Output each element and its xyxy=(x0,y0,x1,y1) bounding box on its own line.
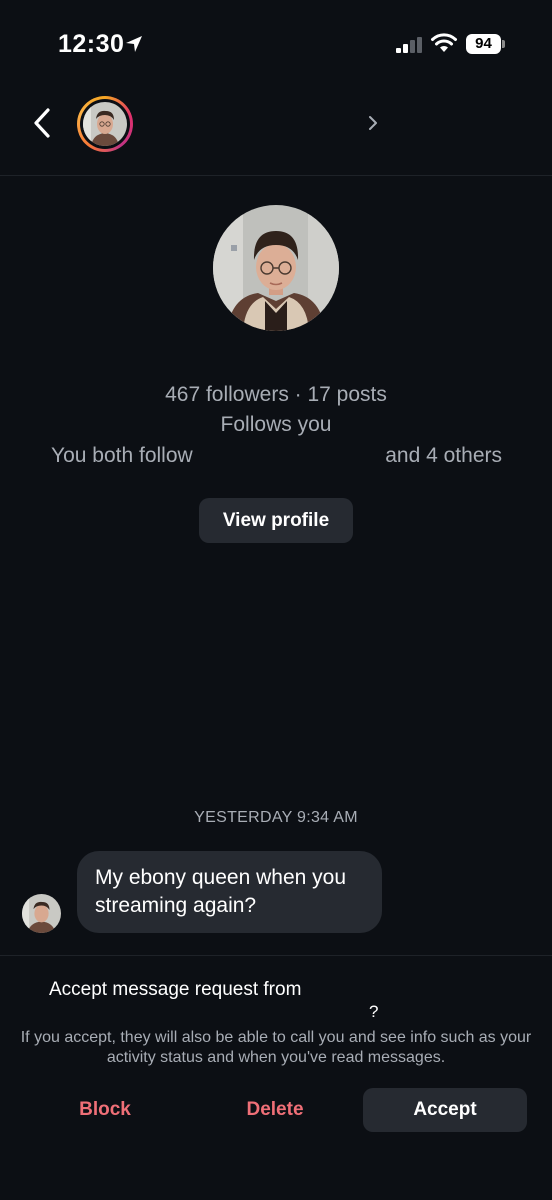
follows-you-label: Follows you xyxy=(220,413,332,436)
request-description: If you accept, they will also be able to… xyxy=(20,1029,532,1066)
status-bar: 12:30 94 xyxy=(0,0,552,90)
message-bubble[interactable]: My ebony queen when you streaming again? xyxy=(77,851,382,933)
battery-icon: 94 xyxy=(466,34,506,54)
back-chevron-icon[interactable] xyxy=(28,106,58,140)
location-arrow-icon xyxy=(126,36,142,52)
avatar-photo xyxy=(83,102,127,146)
profile-avatar[interactable] xyxy=(213,205,339,331)
conversation-header xyxy=(0,90,552,176)
battery-level: 94 xyxy=(466,34,501,54)
cellular-signal-icon xyxy=(396,37,422,53)
battery-tip xyxy=(502,40,505,48)
header-avatar-story-ring[interactable] xyxy=(77,96,133,152)
request-title: Accept message request from xyxy=(49,979,302,1000)
message-timestamp: YESTERDAY 9:34 AM xyxy=(194,809,358,826)
wifi-icon xyxy=(431,33,457,52)
status-time: 12:30 xyxy=(58,30,125,58)
sender-avatar[interactable] xyxy=(22,894,61,933)
mutuals-suffix: and 4 others xyxy=(385,444,502,467)
header-avatar xyxy=(80,99,130,149)
mutuals-prefix: You both follow xyxy=(51,444,193,467)
request-title-end: ? xyxy=(369,1002,379,1021)
delete-button[interactable]: Delete xyxy=(210,1088,340,1132)
profile-photo xyxy=(213,205,339,331)
sender-photo xyxy=(22,894,61,933)
message-request-panel: Accept message request from ? If you acc… xyxy=(0,955,552,1200)
profile-stats: 467 followers · 17 posts xyxy=(165,383,387,406)
forward-chevron-icon[interactable] xyxy=(366,114,380,132)
view-profile-button[interactable]: View profile xyxy=(199,498,353,543)
block-button[interactable]: Block xyxy=(40,1088,170,1132)
accept-button[interactable]: Accept xyxy=(363,1088,527,1132)
